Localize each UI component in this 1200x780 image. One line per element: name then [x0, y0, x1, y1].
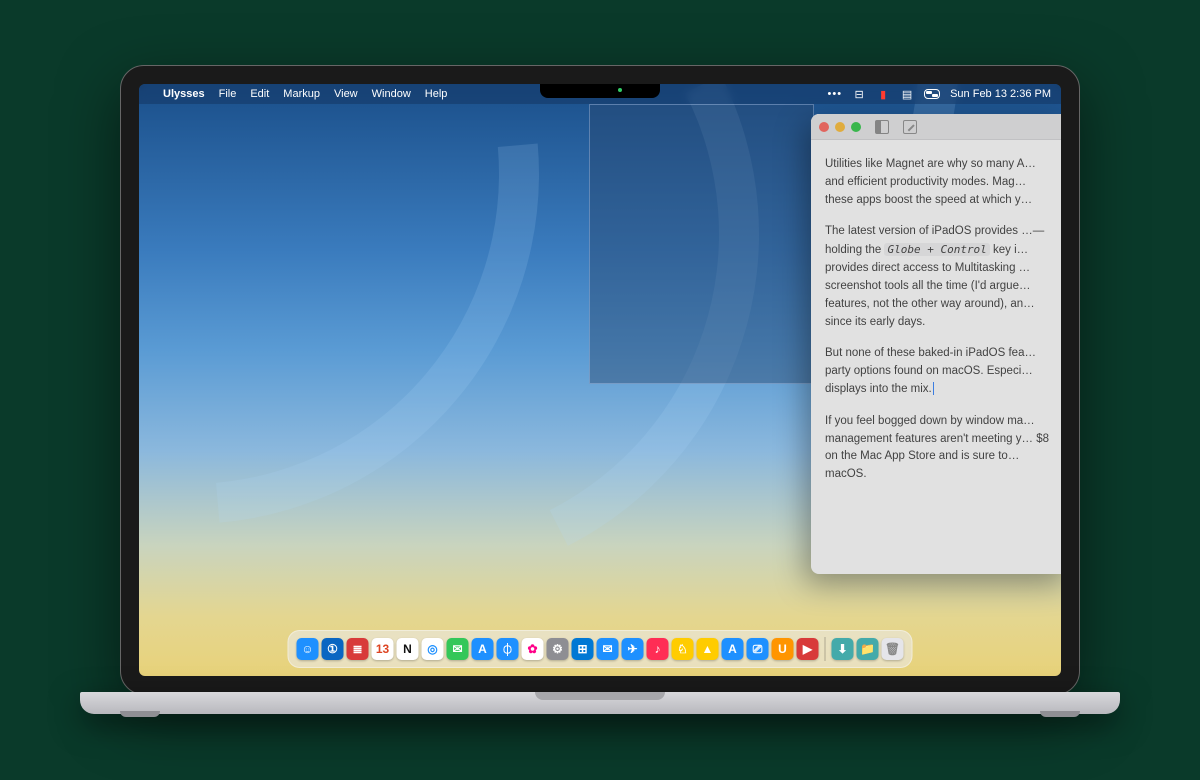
paragraph: The latest version of iPadOS provides …—…	[825, 223, 1057, 331]
close-button[interactable]	[819, 122, 829, 132]
dock-app-music[interactable]: ♪	[647, 638, 669, 660]
app-menu[interactable]: Ulysses	[163, 88, 205, 100]
kbd-hint: Globe + Control	[884, 243, 989, 256]
ulysses-window[interactable]: Utilities like Magnet are why so many A……	[811, 114, 1061, 574]
magnet-menubar-icon[interactable]: ⊟	[852, 87, 866, 101]
laptop-base	[80, 692, 1120, 714]
menu-markup[interactable]: Markup	[283, 88, 320, 100]
dock-app-fantastical[interactable]: 13	[372, 638, 394, 660]
paragraph: But none of these baked-in iPadOS fea… p…	[825, 345, 1057, 398]
dock-app-spark[interactable]: ✈	[622, 638, 644, 660]
dock-app-appstore2[interactable]: A	[722, 638, 744, 660]
display-icon[interactable]: ▤	[900, 87, 914, 101]
battery-icon[interactable]: ▮	[876, 87, 890, 101]
window-snap-preview	[589, 104, 814, 384]
compose-icon[interactable]	[903, 120, 917, 134]
control-center-icon[interactable]	[924, 89, 940, 99]
dock-app-screenflow[interactable]: ▶	[797, 638, 819, 660]
menubar-clock[interactable]: Sun Feb 13 2:36 PM	[950, 88, 1051, 100]
laptop-frame: Ulysses File Edit Markup View Window Hel…	[120, 65, 1080, 695]
text-cursor	[933, 382, 934, 395]
dock-app-settings[interactable]: ⚙	[547, 638, 569, 660]
menu-view[interactable]: View	[334, 88, 358, 100]
dock-app-messages[interactable]: ✉	[447, 638, 469, 660]
menu-window[interactable]: Window	[372, 88, 411, 100]
overflow-icon[interactable]: •••	[828, 88, 843, 100]
dock-trash[interactable]: 🗑	[882, 638, 904, 660]
dock-app-1password[interactable]: ①	[322, 638, 344, 660]
menu-edit[interactable]: Edit	[250, 88, 269, 100]
dock-app-photos[interactable]: ✿	[522, 638, 544, 660]
dock-app-safari[interactable]: ◎	[422, 638, 444, 660]
dock-downloads[interactable]: ⬇	[832, 638, 854, 660]
dock-app-windows[interactable]: ⊞	[572, 638, 594, 660]
screen: Ulysses File Edit Markup View Window Hel…	[139, 84, 1061, 676]
window-titlebar[interactable]	[811, 114, 1061, 140]
menu-help[interactable]: Help	[425, 88, 448, 100]
zoom-button[interactable]	[851, 122, 861, 132]
dock-app-activity[interactable]: ⏀	[497, 638, 519, 660]
dock-app-bear[interactable]: ♘	[672, 638, 694, 660]
dock-app-notion[interactable]: N	[397, 638, 419, 660]
minimize-button[interactable]	[835, 122, 845, 132]
menu-file[interactable]: File	[219, 88, 237, 100]
dock-folder[interactable]: 📁	[857, 638, 879, 660]
dock-separator	[825, 637, 826, 661]
dock-app-finder[interactable]: ☺	[297, 638, 319, 660]
sidebar-toggle-icon[interactable]	[875, 120, 889, 134]
dock-app-appstore[interactable]: A	[472, 638, 494, 660]
paragraph: If you feel bogged down by window ma… ma…	[825, 413, 1057, 484]
display-notch	[540, 84, 660, 98]
paragraph: Utilities like Magnet are why so many A……	[825, 156, 1057, 209]
dock-app-ulysses[interactable]: U	[772, 638, 794, 660]
dock-app-things[interactable]: ≣	[347, 638, 369, 660]
dock-app-basecamp[interactable]: ▲	[697, 638, 719, 660]
dock-app-mail[interactable]: ✉	[597, 638, 619, 660]
dock-app-cleanshot[interactable]: ⎚	[747, 638, 769, 660]
editor-content[interactable]: Utilities like Magnet are why so many A……	[811, 140, 1061, 514]
dock: ☺①≣13N◎✉A⏀✿⚙⊞✉✈♪♘▲A⎚U▶⬇📁🗑	[288, 630, 913, 668]
